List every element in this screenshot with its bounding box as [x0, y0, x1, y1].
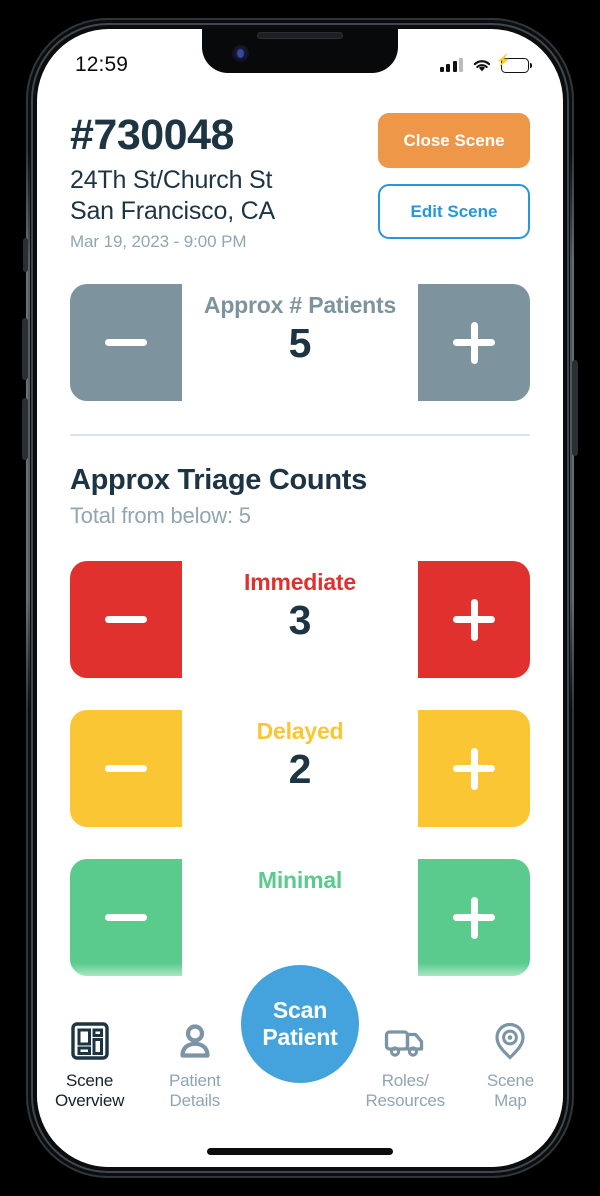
close-scene-button[interactable]: Close Scene	[378, 113, 530, 168]
plus-icon	[453, 321, 495, 364]
map-pin-icon	[490, 1019, 530, 1063]
delayed-value-face[interactable]: Delayed 2	[182, 710, 418, 828]
scan-patient-button[interactable]: Scan Patient	[241, 965, 359, 1083]
approx-patients-decrement-button[interactable]	[70, 284, 182, 401]
screenshot-stage: 12:59 ⚡ #730048 24Th St/Church St San Fr…	[0, 0, 600, 1196]
nav-label-line1: Roles/	[381, 1071, 429, 1090]
delayed-decrement-button[interactable]	[70, 710, 182, 827]
charging-bolt-icon: ⚡	[496, 53, 512, 68]
edit-scene-button[interactable]: Edit Scene	[378, 184, 530, 239]
status-bar-indicators: ⚡	[439, 54, 533, 73]
plus-icon	[453, 747, 495, 790]
earpiece-speaker	[257, 32, 343, 39]
section-divider	[70, 434, 530, 437]
bottom-navigation-bar: Scan Patient Scene Overview Patient Deta…	[37, 965, 563, 1167]
scene-address-line2: San Francisco, CA	[70, 196, 276, 225]
scene-timestamp: Mar 19, 2023 - 9:00 PM	[70, 232, 247, 252]
immediate-stepper: Immediate 3	[70, 561, 530, 679]
approx-patients-stepper: Approx # Patients 5	[70, 284, 530, 402]
plus-icon	[453, 598, 495, 641]
delayed-increment-button[interactable]	[418, 710, 530, 827]
approx-patients-value: 5	[288, 320, 312, 367]
nav-label-line2: Resources	[365, 1091, 445, 1111]
minimal-label: Minimal	[257, 867, 343, 894]
nav-label-line1: Patient	[169, 1071, 221, 1090]
triage-section-title: Approx Triage Counts	[70, 464, 367, 497]
nav-item-scene-map[interactable]: Scene Map	[458, 1015, 563, 1112]
minus-icon	[105, 914, 147, 922]
nav-label-line1: Scene	[65, 1071, 114, 1090]
approx-patients-label: Approx # Patients	[203, 292, 397, 319]
nav-item-patient-details[interactable]: Patient Details	[142, 1015, 247, 1112]
display-notch	[202, 29, 398, 73]
minus-icon	[105, 616, 147, 624]
approx-patients-increment-button[interactable]	[418, 284, 530, 401]
volume-up-button[interactable]	[22, 318, 28, 380]
nav-item-label: Roles/ Resources	[365, 1071, 445, 1112]
scene-header-actions: Close Scene Edit Scene	[378, 111, 530, 239]
page-title: #730048	[70, 111, 234, 159]
immediate-increment-button[interactable]	[418, 561, 530, 678]
nav-item-label: Scene Overview	[55, 1071, 124, 1112]
minimal-stepper: Minimal	[70, 859, 530, 977]
approx-patients-value-face[interactable]: Approx # Patients 5	[182, 284, 418, 402]
silent-switch[interactable]	[23, 238, 28, 272]
immediate-value-face[interactable]: Immediate 3	[182, 561, 418, 679]
scan-patient-label-line2: Patient	[262, 1024, 338, 1050]
nav-label-line2: Details	[169, 1091, 221, 1111]
volume-down-button[interactable]	[22, 398, 28, 460]
scene-address: 24Th St/Church St San Francisco, CA	[70, 165, 275, 226]
nav-item-label: Patient Details	[169, 1071, 221, 1112]
minimal-value-face[interactable]: Minimal	[182, 859, 418, 977]
nav-label-line2: Overview	[54, 1091, 125, 1111]
immediate-value: 3	[288, 597, 312, 644]
immediate-decrement-button[interactable]	[70, 561, 182, 678]
dashboard-grid-icon	[70, 1019, 110, 1063]
minus-icon	[105, 339, 147, 347]
truck-icon	[383, 1019, 427, 1063]
scan-patient-label-line1: Scan	[272, 996, 328, 1023]
person-icon	[175, 1019, 215, 1063]
minimal-decrement-button[interactable]	[70, 859, 182, 976]
nav-item-roles-resources[interactable]: Roles/ Resources	[353, 1015, 458, 1112]
immediate-label: Immediate	[244, 569, 356, 596]
plus-icon	[453, 896, 495, 939]
status-bar-time: 12:59	[75, 53, 129, 76]
battery-charging-icon: ⚡	[496, 54, 533, 73]
delayed-stepper: Delayed 2	[70, 710, 530, 828]
power-button[interactable]	[572, 360, 578, 456]
minimal-increment-button[interactable]	[418, 859, 530, 976]
minus-icon	[105, 765, 147, 773]
cellular-signal-icon	[439, 58, 463, 72]
delayed-value: 2	[288, 746, 312, 793]
home-indicator[interactable]	[207, 1148, 393, 1155]
phone-screen: 12:59 ⚡ #730048 24Th St/Church St San Fr…	[37, 29, 563, 1167]
front-camera	[232, 45, 249, 62]
wifi-icon	[471, 57, 493, 73]
nav-label-line1: Scene	[486, 1071, 535, 1090]
scene-header-info: #730048 24Th St/Church St San Francisco,…	[70, 111, 275, 252]
delayed-label: Delayed	[256, 718, 344, 745]
nav-label-line2: Map	[494, 1091, 527, 1111]
nav-item-scene-overview[interactable]: Scene Overview	[37, 1015, 142, 1112]
scene-header: #730048 24Th St/Church St San Francisco,…	[70, 87, 530, 252]
scene-address-line1: 24Th St/Church St	[70, 166, 273, 195]
nav-item-label: Scene Map	[487, 1071, 534, 1112]
triage-total-from-below: Total from below: 5	[70, 503, 251, 529]
